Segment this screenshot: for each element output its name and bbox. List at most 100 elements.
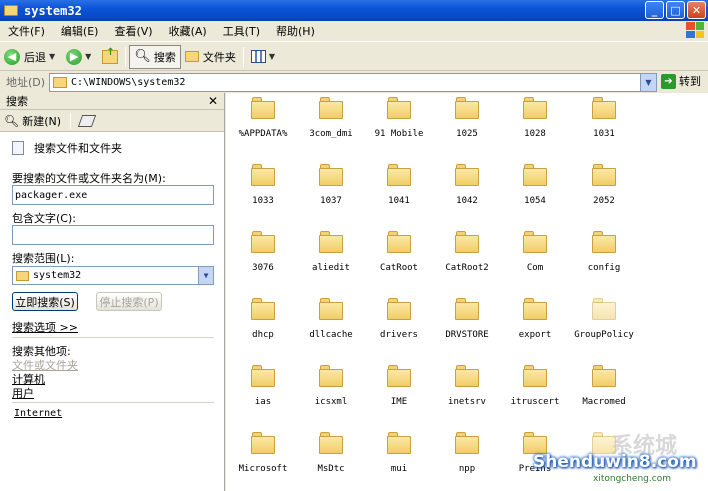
folder-item[interactable]: dllcache — [298, 294, 364, 354]
folder-icon — [523, 432, 547, 454]
folder-icon — [455, 365, 479, 387]
search-label: 搜索 — [153, 50, 176, 64]
menu-edit[interactable]: 编辑(E) — [53, 23, 107, 39]
go-button[interactable]: ➔ 转到 — [661, 73, 701, 89]
bookmark-icon[interactable] — [77, 114, 97, 127]
folder-icon — [184, 51, 199, 62]
file-name-input[interactable] — [12, 185, 214, 205]
stop-search-button[interactable]: 停止搜索(P) — [96, 292, 162, 311]
folder-name: IME — [390, 397, 408, 407]
folder-item[interactable]: GroupPolicy — [571, 294, 637, 354]
folder-item[interactable]: 1025 — [434, 93, 500, 153]
toolbar-divider — [70, 112, 72, 129]
scope-select[interactable]: system32 ▼ — [12, 266, 214, 285]
folder-name: Microsoft — [238, 464, 288, 474]
folder-item[interactable]: 1037 — [298, 160, 364, 220]
folder-item[interactable]: icsxml — [298, 361, 364, 421]
folder-item[interactable] — [571, 428, 637, 488]
internet-link[interactable]: Internet — [14, 408, 62, 419]
folder-icon — [387, 432, 411, 454]
folder-icon — [251, 231, 275, 253]
menu-tools[interactable]: 工具(T) — [215, 23, 268, 39]
menu-favorites[interactable]: 收藏(A) — [161, 23, 215, 39]
folder-name: MsDtc — [317, 464, 345, 474]
folder-icon — [523, 164, 547, 186]
folder-item[interactable]: npp — [434, 428, 500, 488]
menu-help[interactable]: 帮助(H) — [268, 23, 323, 39]
folder-name: npp — [458, 464, 476, 474]
folder-item[interactable]: Macromed — [571, 361, 637, 421]
folder-icon — [251, 365, 275, 387]
folder-icon — [251, 432, 275, 454]
folder-item[interactable]: IME — [366, 361, 432, 421]
folder-icon — [592, 164, 616, 186]
search-options-link[interactable]: 搜索选项 >> — [12, 319, 78, 335]
forward-button[interactable]: ▶ ▼ — [62, 45, 98, 69]
menu-file[interactable]: 文件(F) — [0, 23, 53, 39]
search-heading: 搜索文件和文件夹 — [34, 142, 122, 155]
folder-item[interactable]: CatRoot — [366, 227, 432, 287]
folder-item[interactable]: aliedit — [298, 227, 364, 287]
folder-name: CatRoot — [380, 263, 418, 273]
folder-item[interactable]: 3076 — [230, 227, 296, 287]
folder-item[interactable]: itruscert — [502, 361, 568, 421]
folder-icon — [387, 298, 411, 320]
folder-item[interactable]: 1028 — [502, 93, 568, 153]
folder-item[interactable]: Microsoft — [230, 428, 296, 488]
address-path: C:\WINDOWS\system32 — [71, 77, 186, 88]
folder-item[interactable]: 91 Mobile — [366, 93, 432, 153]
folder-name: 2052 — [593, 196, 615, 206]
menu-view[interactable]: 查看(V) — [106, 23, 160, 39]
chevron-down-icon[interactable]: ▼ — [269, 52, 275, 61]
folder-item[interactable]: 1031 — [571, 93, 637, 153]
folder-item[interactable]: %APPDATA% — [230, 93, 296, 153]
search-button[interactable]: 🔍︎ 搜索 — [129, 44, 181, 69]
contains-text-input[interactable] — [12, 225, 214, 245]
up-button[interactable]: ↑ — [98, 45, 122, 69]
back-button[interactable]: ◀ 后退 ▼ — [0, 45, 62, 69]
maximize-button[interactable]: □ — [666, 1, 685, 19]
chevron-down-icon[interactable]: ▼ — [85, 52, 91, 61]
folder-icon — [455, 298, 479, 320]
folder-icon — [387, 97, 411, 119]
other-users-link[interactable]: 用户 — [12, 385, 34, 401]
chevron-down-icon[interactable]: ▼ — [198, 267, 213, 284]
folder-item[interactable]: 1054 — [502, 160, 568, 220]
folders-button[interactable]: 文件夹 — [181, 45, 240, 69]
minimize-button[interactable]: _ — [645, 1, 664, 19]
folder-name: icsxml — [314, 397, 348, 407]
close-button[interactable]: ✕ — [687, 1, 706, 19]
folder-item[interactable]: CatRoot2 — [434, 227, 500, 287]
folder-item[interactable]: drivers — [366, 294, 432, 354]
search-document-icon — [12, 141, 24, 155]
chevron-down-icon[interactable]: ▼ — [640, 74, 656, 91]
folder-item[interactable]: 1041 — [366, 160, 432, 220]
folder-item[interactable]: 1042 — [434, 160, 500, 220]
address-input[interactable]: C:\WINDOWS\system32 ▼ — [49, 73, 657, 92]
chevron-down-icon[interactable]: ▼ — [49, 52, 55, 61]
folder-view: %APPDATA% 3com_dmi 91 Mobile 1025 1028 1031 10… — [226, 93, 708, 491]
folder-icon — [53, 77, 67, 88]
folder-item[interactable]: DRVSTORE — [434, 294, 500, 354]
search-now-button[interactable]: 立即搜索(S) — [12, 292, 78, 311]
new-search-button[interactable]: 🔍︎ 新建(N) — [4, 113, 61, 129]
folder-item[interactable]: ias — [230, 361, 296, 421]
folder-item[interactable]: inetsrv — [434, 361, 500, 421]
folder-item[interactable]: config — [571, 227, 637, 287]
folder-item[interactable]: Com — [502, 227, 568, 287]
folder-item[interactable]: mui — [366, 428, 432, 488]
folder-item[interactable]: PreIns — [502, 428, 568, 488]
close-icon[interactable]: ✕ — [208, 94, 218, 108]
folder-item[interactable]: MsDtc — [298, 428, 364, 488]
folder-icon — [251, 298, 275, 320]
magnifier-icon: 🔍︎ — [4, 113, 20, 128]
folder-name: itruscert — [510, 397, 560, 407]
views-button[interactable]: ▼ — [247, 45, 282, 69]
folder-name: Com — [526, 263, 544, 273]
folder-item[interactable]: 3com_dmi — [298, 93, 364, 153]
search-pane-title: 搜索 — [6, 95, 28, 108]
folder-item[interactable]: 1033 — [230, 160, 296, 220]
folder-item[interactable]: export — [502, 294, 568, 354]
folder-item[interactable]: 2052 — [571, 160, 637, 220]
folder-item[interactable]: dhcp — [230, 294, 296, 354]
